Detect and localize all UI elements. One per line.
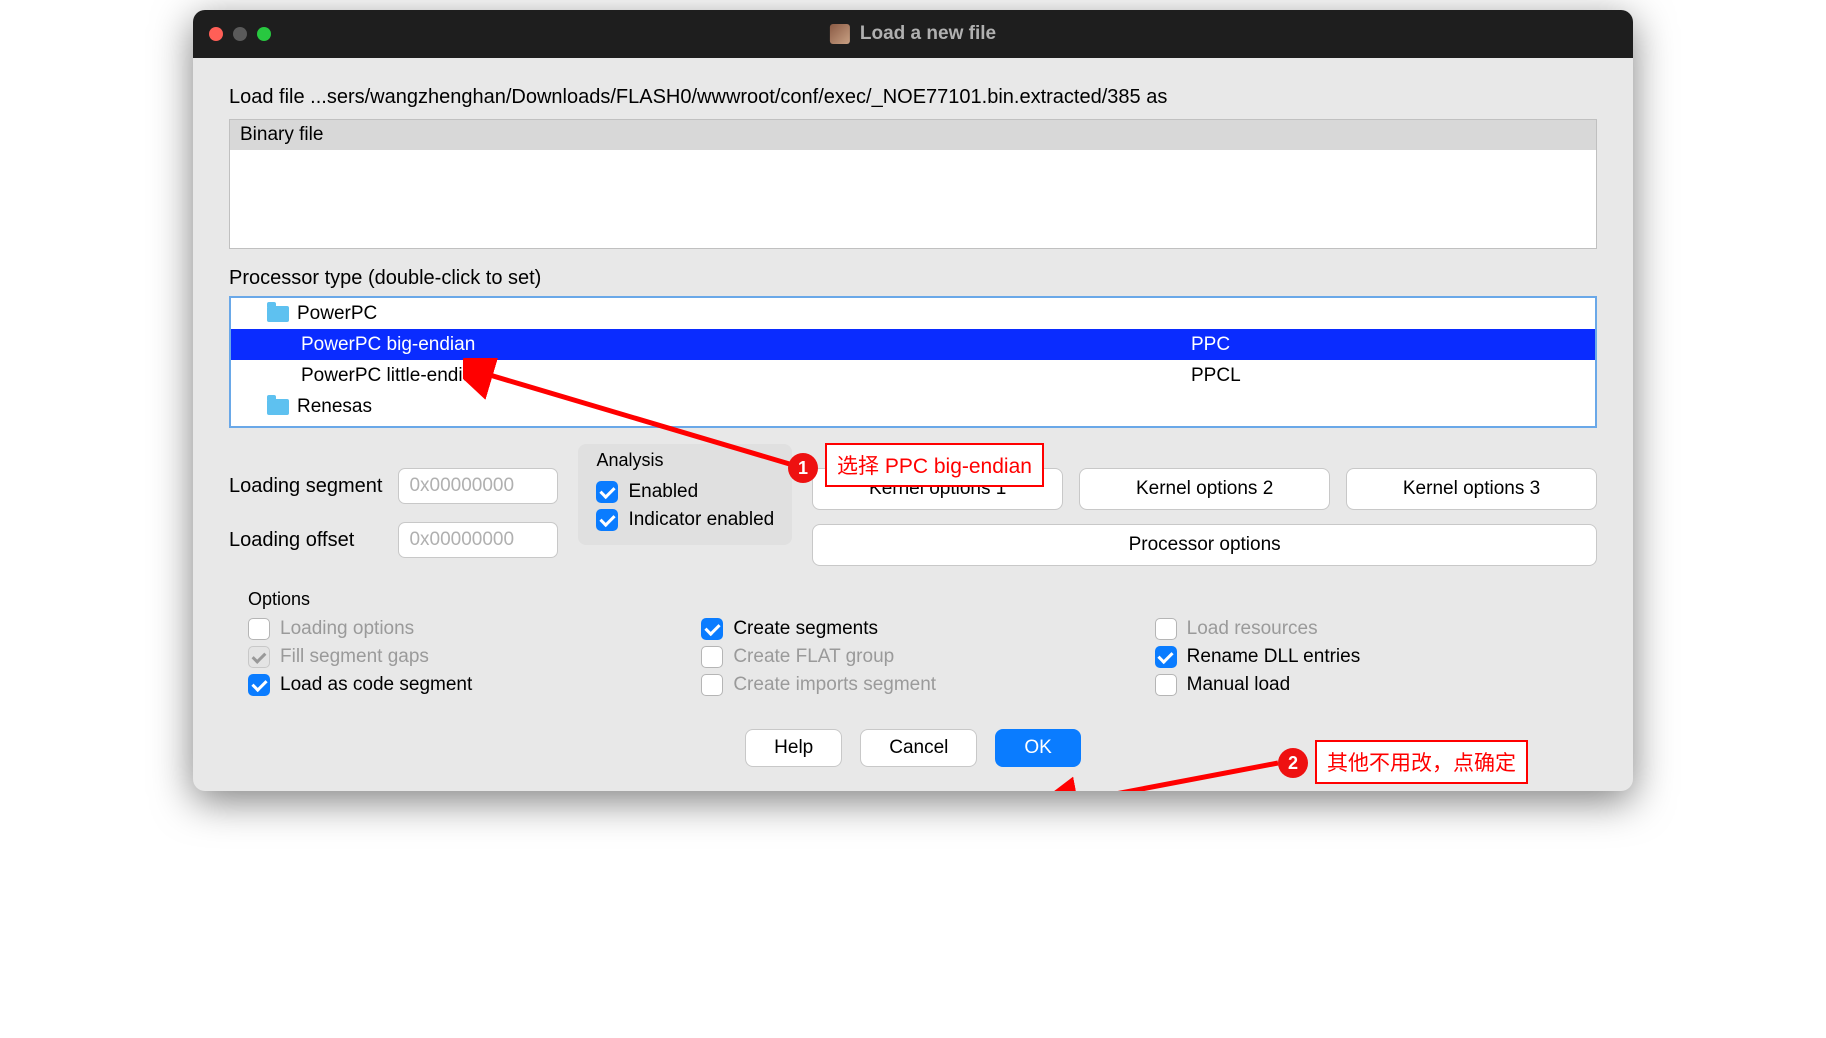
opt-label: Rename DLL entries <box>1187 646 1361 668</box>
analysis-title: Analysis <box>596 450 774 471</box>
maximize-icon[interactable] <box>257 27 271 41</box>
checkbox-icon <box>1155 618 1177 640</box>
checkbox-icon[interactable] <box>596 509 618 531</box>
load-file-path: Load file ...sers/wangzhenghan/Downloads… <box>229 86 1597 109</box>
checkbox-icon[interactable] <box>248 674 270 696</box>
opt-manual-load[interactable]: Manual load <box>1155 674 1578 696</box>
checkbox-icon[interactable] <box>1155 646 1177 668</box>
kernel-options-1-button[interactable]: Kernel options 1 <box>812 468 1063 510</box>
body: Load file ...sers/wangzhenghan/Downloads… <box>193 58 1633 791</box>
help-button[interactable]: Help <box>745 729 842 767</box>
opt-load-resources: Load resources <box>1155 618 1578 640</box>
opt-label: Load resources <box>1187 618 1318 640</box>
checkbox-icon <box>701 674 723 696</box>
opt-loading-options: Loading options <box>248 618 671 640</box>
folder-icon <box>267 306 289 322</box>
opt-label: Create segments <box>733 618 878 640</box>
checkbox-icon[interactable] <box>1155 674 1177 696</box>
file-type-list[interactable]: Binary file <box>229 119 1597 249</box>
loading-segment-input[interactable] <box>398 468 558 504</box>
opt-label: Manual load <box>1187 674 1291 696</box>
processor-group-label: PowerPC <box>297 303 377 325</box>
checkbox-icon <box>248 646 270 668</box>
titlebar: Load a new file <box>193 10 1633 58</box>
processor-list[interactable]: PowerPC PowerPC big-endian PPC PowerPC l… <box>229 296 1597 428</box>
opt-load-code-segment[interactable]: Load as code segment <box>248 674 671 696</box>
opt-create-flat: Create FLAT group <box>701 646 1124 668</box>
window-title: Load a new file <box>860 23 996 45</box>
processor-item-code: PPC <box>1191 334 1595 356</box>
traffic-lights <box>209 27 271 41</box>
processor-item-ppc-be[interactable]: PowerPC big-endian PPC <box>231 329 1595 360</box>
loading-offset-label: Loading offset <box>229 529 382 552</box>
analysis-panel: Analysis Enabled Indicator enabled <box>578 444 792 545</box>
checkbox-icon[interactable] <box>596 481 618 503</box>
loading-grid: Loading segment Loading offset <box>229 468 558 558</box>
processor-item-ppc-le[interactable]: PowerPC little-endian PPCL <box>231 360 1595 391</box>
opt-label: Create imports segment <box>733 674 936 696</box>
mid-panel: Loading segment Loading offset Analysis … <box>229 444 1597 566</box>
options-title: Options <box>248 589 1578 610</box>
options-frame: Options Loading options Create segments … <box>229 582 1597 711</box>
processor-item-name: PowerPC little-endian <box>301 365 484 387</box>
processor-group-powerpc[interactable]: PowerPC <box>231 298 1595 329</box>
opt-create-segments[interactable]: Create segments <box>701 618 1124 640</box>
right-buttons: Kernel options 1 Kernel options 2 Kernel… <box>812 468 1597 566</box>
window: Load a new file Load file ...sers/wangzh… <box>193 10 1633 791</box>
opt-label: Load as code segment <box>280 674 472 696</box>
analysis-indicator-row[interactable]: Indicator enabled <box>596 509 774 531</box>
processor-item-code: PPCL <box>1191 365 1595 387</box>
checkbox-icon[interactable] <box>701 618 723 640</box>
checkbox-icon <box>248 618 270 640</box>
close-icon[interactable] <box>209 27 223 41</box>
kernel-options-2-button[interactable]: Kernel options 2 <box>1079 468 1330 510</box>
processor-type-label: Processor type (double-click to set) <box>229 267 1597 290</box>
opt-fill-gaps: Fill segment gaps <box>248 646 671 668</box>
opt-label: Create FLAT group <box>733 646 894 668</box>
processor-item-name: PowerPC big-endian <box>301 334 475 356</box>
processor-options-button[interactable]: Processor options <box>812 524 1597 566</box>
title-center: Load a new file <box>830 23 996 45</box>
file-type-selected[interactable]: Binary file <box>230 120 1596 150</box>
minimize-icon[interactable] <box>233 27 247 41</box>
analysis-enabled-row[interactable]: Enabled <box>596 481 774 503</box>
opt-label: Fill segment gaps <box>280 646 429 668</box>
opt-create-imports: Create imports segment <box>701 674 1124 696</box>
folder-icon <box>267 399 289 415</box>
opt-rename-dll[interactable]: Rename DLL entries <box>1155 646 1578 668</box>
processor-group-renesas[interactable]: Renesas <box>231 391 1595 422</box>
kernel-options-3-button[interactable]: Kernel options 3 <box>1346 468 1597 510</box>
bottom-buttons: Help Cancel OK <box>229 729 1597 767</box>
ok-button[interactable]: OK <box>995 729 1080 767</box>
opt-label: Loading options <box>280 618 414 640</box>
cancel-button[interactable]: Cancel <box>860 729 977 767</box>
loading-offset-input[interactable] <box>398 522 558 558</box>
analysis-enabled-label: Enabled <box>628 481 698 503</box>
analysis-indicator-label: Indicator enabled <box>628 509 774 531</box>
checkbox-icon <box>701 646 723 668</box>
app-icon <box>830 24 850 44</box>
processor-group-label: Renesas <box>297 396 372 418</box>
loading-segment-label: Loading segment <box>229 475 382 498</box>
